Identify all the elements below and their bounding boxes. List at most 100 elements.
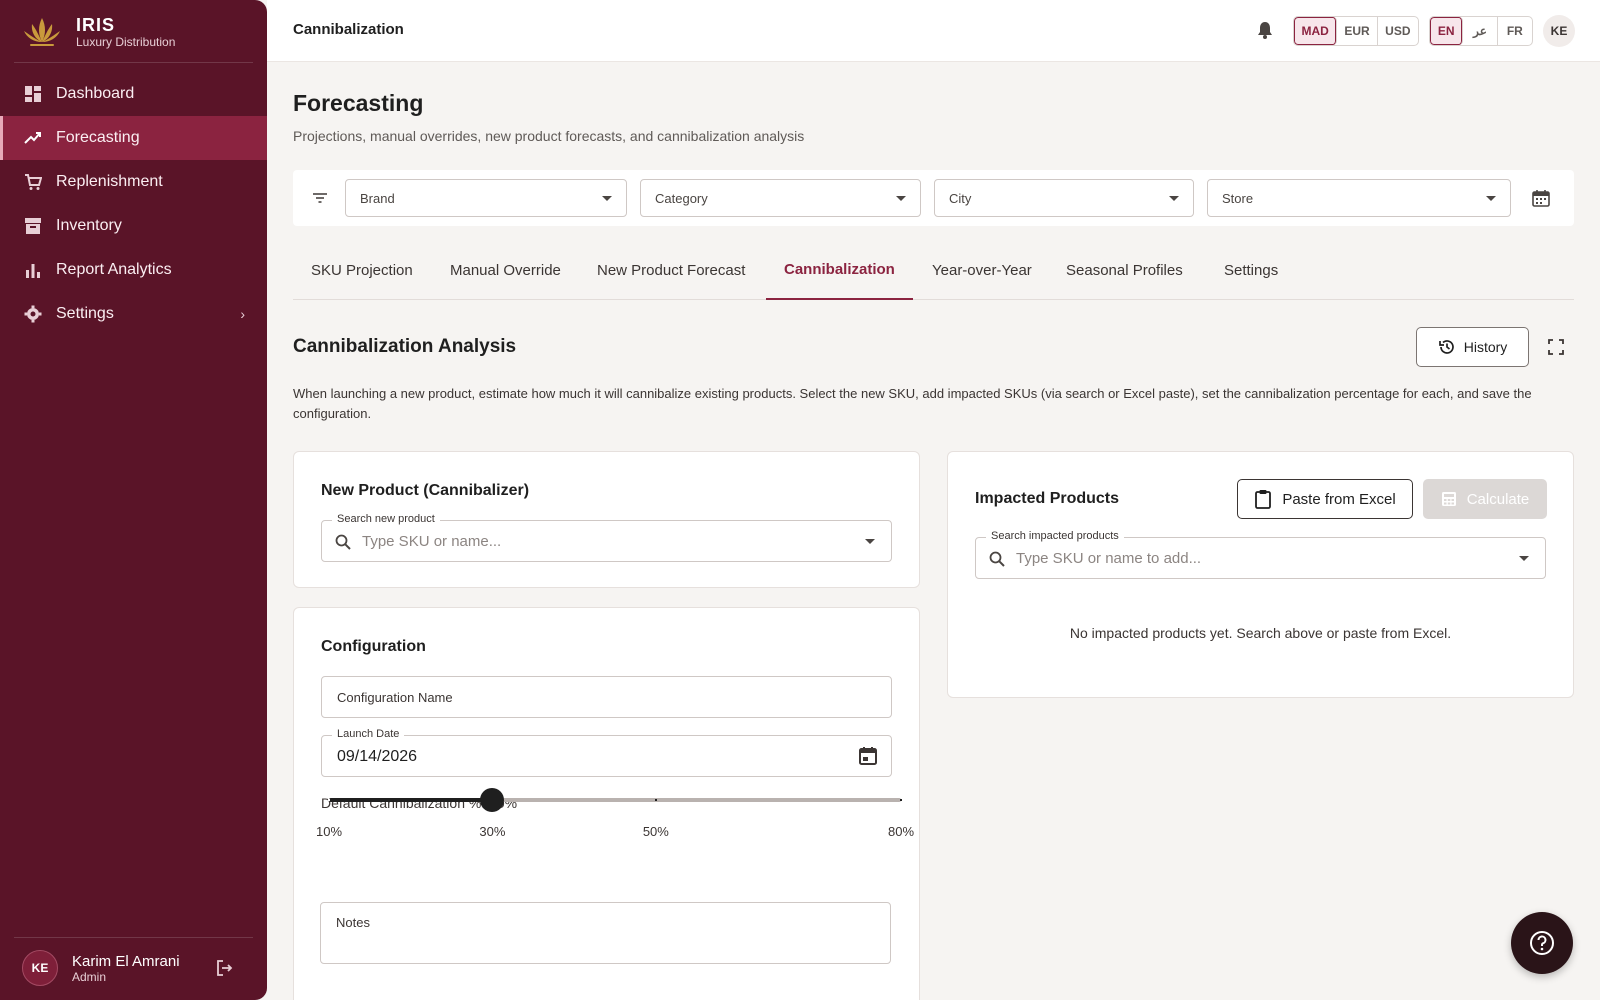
calculator-icon: [1441, 492, 1456, 506]
tab-new-product-forecast[interactable]: New Product Forecast: [579, 240, 763, 300]
cart-icon: [24, 173, 42, 191]
app-subtitle: Luxury Distribution: [76, 35, 176, 49]
card-title: Configuration: [321, 638, 426, 655]
sidebar-item-label: Inventory: [56, 217, 122, 234]
divider: [14, 62, 253, 63]
notes-placeholder: Notes: [336, 915, 370, 930]
currency-eur[interactable]: EUR: [1337, 17, 1378, 45]
configuration-name-field[interactable]: Configuration Name: [321, 676, 892, 718]
currency-usd[interactable]: USD: [1378, 17, 1418, 45]
section-title: Cannibalization Analysis: [293, 336, 517, 357]
currency-mad[interactable]: MAD: [1294, 17, 1338, 45]
lotus-logo-icon: [24, 18, 60, 46]
caret-down-icon: [1169, 196, 1179, 201]
language-ar[interactable]: عر: [1463, 17, 1498, 45]
category-select[interactable]: Category: [640, 179, 921, 217]
sidebar-item-settings[interactable]: Settings ›: [0, 292, 267, 336]
language-en[interactable]: EN: [1430, 17, 1464, 45]
sidebar-item-label: Replenishment: [56, 173, 163, 190]
store-select-label: Store: [1222, 191, 1254, 206]
slider-tick-label: 50%: [642, 824, 669, 839]
sidebar-item-label: Report Analytics: [56, 261, 172, 278]
tab-settings[interactable]: Settings: [1206, 240, 1296, 300]
search-icon: [989, 551, 1005, 567]
section-description: When launching a new product, estimate h…: [293, 386, 1532, 421]
sidebar-item-replenishment[interactable]: Replenishment: [0, 160, 267, 204]
filter-icon[interactable]: [311, 189, 329, 207]
sidebar-item-label: Dashboard: [56, 85, 135, 102]
sidebar-item-inventory[interactable]: Inventory: [0, 204, 267, 248]
card-title: New Product (Cannibalizer): [321, 482, 530, 499]
impacted-products-search[interactable]: Search impacted products Type SKU or nam…: [975, 530, 1546, 579]
cannibalization-slider[interactable]: [328, 788, 902, 812]
search-placeholder: Type SKU or name...: [362, 533, 502, 550]
calculate-button[interactable]: Calculate: [1423, 479, 1547, 519]
language-fr[interactable]: FR: [1498, 17, 1532, 45]
tab-year-over-year[interactable]: Year-over-Year: [914, 240, 1050, 300]
city-select[interactable]: City: [934, 179, 1194, 217]
history-label: History: [1463, 339, 1508, 355]
caret-down-icon: [865, 539, 875, 544]
sidebar-item-forecasting[interactable]: Forecasting: [0, 116, 267, 160]
user-profile[interactable]: KE Karim El Amrani Admin: [22, 950, 245, 986]
slider-tick-label: 80%: [887, 824, 915, 839]
divider: [14, 937, 253, 938]
field-label: Search impacted products: [986, 530, 1124, 542]
chevron-right-icon: ›: [240, 306, 245, 322]
notes-field[interactable]: Notes: [320, 902, 891, 964]
dashboard-icon: [24, 85, 42, 103]
sidebar-item-dashboard[interactable]: Dashboard: [0, 72, 267, 116]
brand[interactable]: IRIS Luxury Distribution: [22, 14, 175, 50]
paste-from-excel-button[interactable]: Paste from Excel: [1237, 479, 1413, 519]
app-name: IRIS: [76, 15, 116, 35]
logout-icon[interactable]: [215, 959, 233, 977]
currency-switcher: MAD EUR USD: [1293, 16, 1419, 46]
tab-seasonal-profiles[interactable]: Seasonal Profiles: [1048, 240, 1201, 300]
slider-mark: [654, 799, 657, 801]
help-button[interactable]: [1511, 912, 1573, 974]
new-product-card: New Product (Cannibalizer) Search new pr…: [293, 451, 920, 588]
tab-manual-override[interactable]: Manual Override: [432, 240, 579, 300]
language-switcher: EN عر FR: [1429, 16, 1533, 46]
caret-down-icon: [602, 196, 612, 201]
history-icon: [1438, 340, 1454, 354]
caret-down-icon: [1519, 556, 1529, 561]
tab-sku-projection[interactable]: SKU Projection: [293, 240, 431, 300]
fullscreen-icon[interactable]: [1547, 338, 1565, 356]
slider-mark: [900, 799, 902, 801]
calendar-icon[interactable]: [1531, 188, 1551, 208]
launch-date-value: 09/14/2026: [337, 748, 418, 765]
tab-bar: SKU Projection Manual Override New Produ…: [293, 240, 1574, 300]
calculate-label: Calculate: [1466, 490, 1530, 508]
gear-icon: [24, 305, 42, 323]
store-select[interactable]: Store: [1207, 179, 1511, 217]
sidebar-nav: Dashboard Forecasting Replenishment Inve…: [0, 72, 267, 336]
bell-icon[interactable]: [1255, 20, 1275, 40]
trending-up-icon: [24, 129, 42, 147]
clipboard-icon: [1255, 490, 1272, 509]
sidebar-item-report-analytics[interactable]: Report Analytics: [0, 248, 267, 292]
page-subtitle: Projections, manual overrides, new produ…: [293, 128, 805, 144]
bar-chart-icon: [24, 261, 42, 279]
caret-down-icon: [896, 196, 906, 201]
launch-date-field[interactable]: Launch Date 09/14/2026: [321, 728, 892, 777]
sidebar-item-label: Settings: [56, 305, 114, 322]
avatar: KE: [22, 950, 58, 986]
city-select-label: City: [949, 191, 972, 206]
sidebar: IRIS Luxury Distribution Dashboard Forec…: [0, 0, 267, 1000]
brand-select[interactable]: Brand: [345, 179, 627, 217]
slider-tick-label: 10%: [315, 824, 343, 839]
history-button[interactable]: History: [1416, 327, 1529, 367]
page-title: Forecasting: [293, 90, 424, 116]
breadcrumb: Cannibalization: [293, 21, 404, 38]
calendar-icon[interactable]: [857, 745, 879, 767]
avatar[interactable]: KE: [1543, 15, 1575, 47]
empty-state-message: No impacted products yet. Search above o…: [1069, 625, 1452, 641]
tab-cannibalization[interactable]: Cannibalization: [766, 240, 913, 300]
search-icon: [335, 534, 351, 550]
category-select-label: Category: [655, 191, 708, 206]
new-product-search[interactable]: Search new product Type SKU or name...: [321, 513, 892, 562]
configuration-name-placeholder: Configuration Name: [337, 690, 453, 705]
caret-down-icon: [1486, 196, 1496, 201]
slider-fill: [329, 798, 493, 802]
